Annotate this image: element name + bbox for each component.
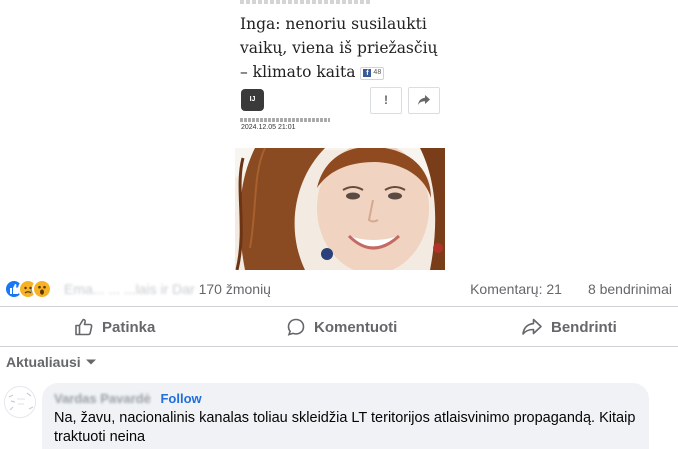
report-button: !	[370, 87, 402, 114]
share-button[interactable]: Bendrinti	[521, 310, 617, 344]
wow-icon	[32, 279, 52, 299]
comment-button[interactable]: Komentuoti	[286, 310, 397, 344]
reactor-names: Ema... ... ...lais ir Dar	[64, 281, 195, 297]
facebook-share-count: 48	[373, 69, 382, 76]
share-icon	[522, 318, 542, 335]
share-arrow-icon	[418, 95, 430, 105]
article-photo	[235, 148, 445, 270]
divider	[0, 306, 678, 307]
post-actions: Patinka Komentuoti Bendrinti	[0, 310, 678, 344]
reactors-text[interactable]: Ema... ... ...lais ir Dar 170 žmonių	[64, 281, 271, 297]
shared-article-screenshot[interactable]: Inga: nenoriu susilaukti vaikų, viena iš…	[0, 0, 678, 270]
comment-header: Vardas Pavardė Follow	[54, 391, 637, 407]
author-byline	[240, 118, 330, 122]
reaction-icons[interactable]	[4, 279, 64, 299]
share-arrow-button	[408, 87, 440, 114]
author-avatar: IJ	[241, 89, 264, 111]
avatar[interactable]	[4, 386, 36, 418]
engagement-counts: Komentarų: 21 8 bendrinimai	[470, 281, 672, 297]
cropped-header-text	[240, 0, 370, 4]
comment-label: Komentuoti	[314, 318, 398, 336]
comment-sort-dropdown[interactable]: Aktualiausi	[6, 354, 97, 370]
comment-text: Na, žavu, nacionalinis kanalas toliau sk…	[54, 410, 636, 445]
divider	[0, 346, 678, 347]
comments-count[interactable]: Komentarų: 21	[470, 281, 562, 297]
reactor-others-count: 170 žmonių	[198, 281, 271, 297]
facebook-share-badge: f 48	[360, 66, 385, 80]
facebook-icon: f	[363, 69, 372, 77]
thumbs-up-icon	[75, 318, 93, 336]
like-button[interactable]: Patinka	[74, 310, 155, 344]
like-label: Patinka	[102, 318, 156, 336]
comment-bubble-icon	[287, 318, 305, 336]
comment-author[interactable]: Vardas Pavardė	[54, 391, 151, 406]
share-label: Bendrinti	[551, 318, 617, 336]
comment-bubble: Vardas Pavardė Follow Na, žavu, nacional…	[42, 383, 649, 449]
caret-down-icon	[85, 359, 96, 365]
article-date: 2024.12.05 21:01	[241, 124, 296, 131]
sort-label: Aktualiausi	[6, 354, 81, 370]
article-title: Inga: nenoriu susilaukti vaikų, viena iš…	[240, 12, 440, 84]
shares-count[interactable]: 8 bendrinimai	[588, 281, 672, 297]
reactions-summary: Ema... ... ...lais ir Dar 170 žmonių Kom…	[0, 276, 678, 302]
follow-link[interactable]: Follow	[160, 391, 201, 406]
